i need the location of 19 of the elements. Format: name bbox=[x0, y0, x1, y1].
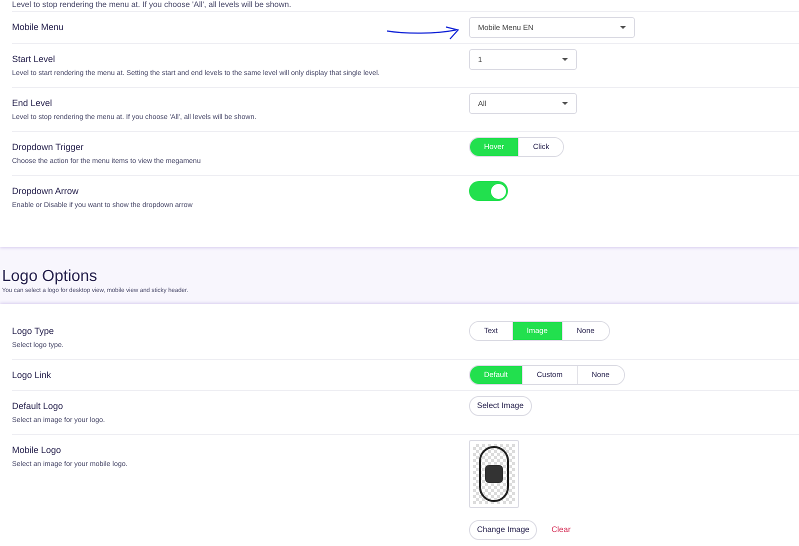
clear-link[interactable]: Clear bbox=[551, 524, 571, 536]
logo-image bbox=[469, 440, 519, 508]
setting-label: Dropdown Trigger bbox=[12, 141, 85, 154]
setting-label: Mobile Logo bbox=[12, 444, 62, 457]
section-title: Logo Options bbox=[2, 267, 98, 287]
select-image-button[interactable]: Select Image bbox=[469, 396, 532, 416]
setting-label: Default Logo bbox=[12, 400, 64, 413]
setting-label: Start Level bbox=[12, 53, 56, 66]
setting-label: End Level bbox=[12, 97, 54, 110]
setting-label: Mobile Menu bbox=[12, 21, 65, 34]
setting-label: Dropdown Arrow bbox=[12, 185, 80, 198]
toggle-switch[interactable] bbox=[469, 181, 508, 201]
caret-icon bbox=[620, 26, 626, 29]
change-image-button[interactable]: Change Image bbox=[469, 520, 538, 540]
setting-label: Logo Link bbox=[12, 369, 52, 382]
setting-description: Level to stop rendering the menu at. If you choose 'All', all levels will be shown. bbox=[12, 0, 292, 9]
caret-icon bbox=[562, 58, 568, 61]
caret-icon bbox=[562, 102, 568, 105]
setting-label: Logo Type bbox=[12, 325, 55, 338]
